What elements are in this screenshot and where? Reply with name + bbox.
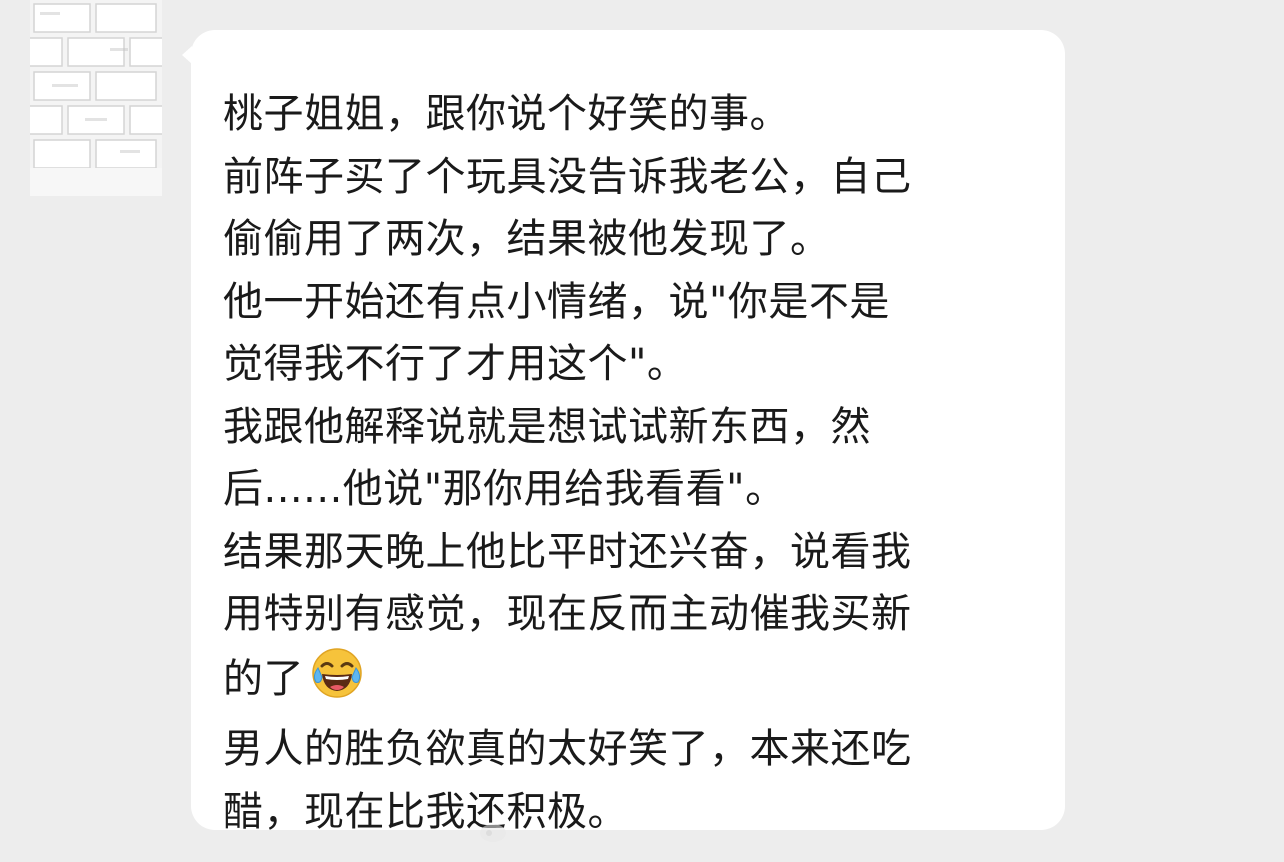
message-line: 觉得我不行了才用这个"。 [223, 341, 688, 387]
brick-wall-avatar-icon [30, 0, 162, 196]
message-bubble[interactable]: 桃子姐姐，跟你说个好笑的事。 前阵子买了个玩具没告诉我老公，自己 偷偷用了两次，… [182, 30, 1065, 835]
message-line: 结果那天晚上他比平时还兴奋，说看我 [223, 528, 912, 575]
message-line: 用特别有感觉，现在反而主动催我买新 [223, 591, 912, 637]
message-text: 桃子姐姐，跟你说个好笑的事。 前阵子买了个玩具没告诉我老公，自己 偷偷用了两次，… [223, 83, 1035, 843]
chat-view: 桃子姐姐，跟你说个好笑的事。 前阵子买了个玩具没告诉我老公，自己 偷偷用了两次，… [0, 0, 1284, 862]
sender-avatar[interactable] [30, 0, 162, 196]
message-line: 偷偷用了两次，结果被他发现了。 [223, 216, 831, 262]
watermark [478, 817, 808, 847]
message-line: 我跟他解释说就是想试试新东西，然 [223, 403, 871, 450]
message-line-with-emoji: 的了 [223, 646, 1035, 719]
message-line: 前阵子买了个玩具没告诉我老公，自己 [223, 153, 912, 200]
message-line-text: 的了 [223, 655, 304, 702]
watermark-mark [516, 822, 523, 843]
message-line: 他一开始还有点小情绪，说"你是不是 [223, 278, 890, 325]
face-with-tears-of-joy-icon [310, 646, 364, 719]
watermark-logo-icon [480, 824, 506, 842]
bubble-tail [182, 46, 192, 64]
message-line: 男人的胜负欲真的太好笑了，本来还吃 [223, 726, 912, 772]
message-line: 后......他说"那你用给我看看"。 [223, 466, 786, 512]
message-line: 桃子姐姐，跟你说个好笑的事。 [223, 91, 790, 137]
